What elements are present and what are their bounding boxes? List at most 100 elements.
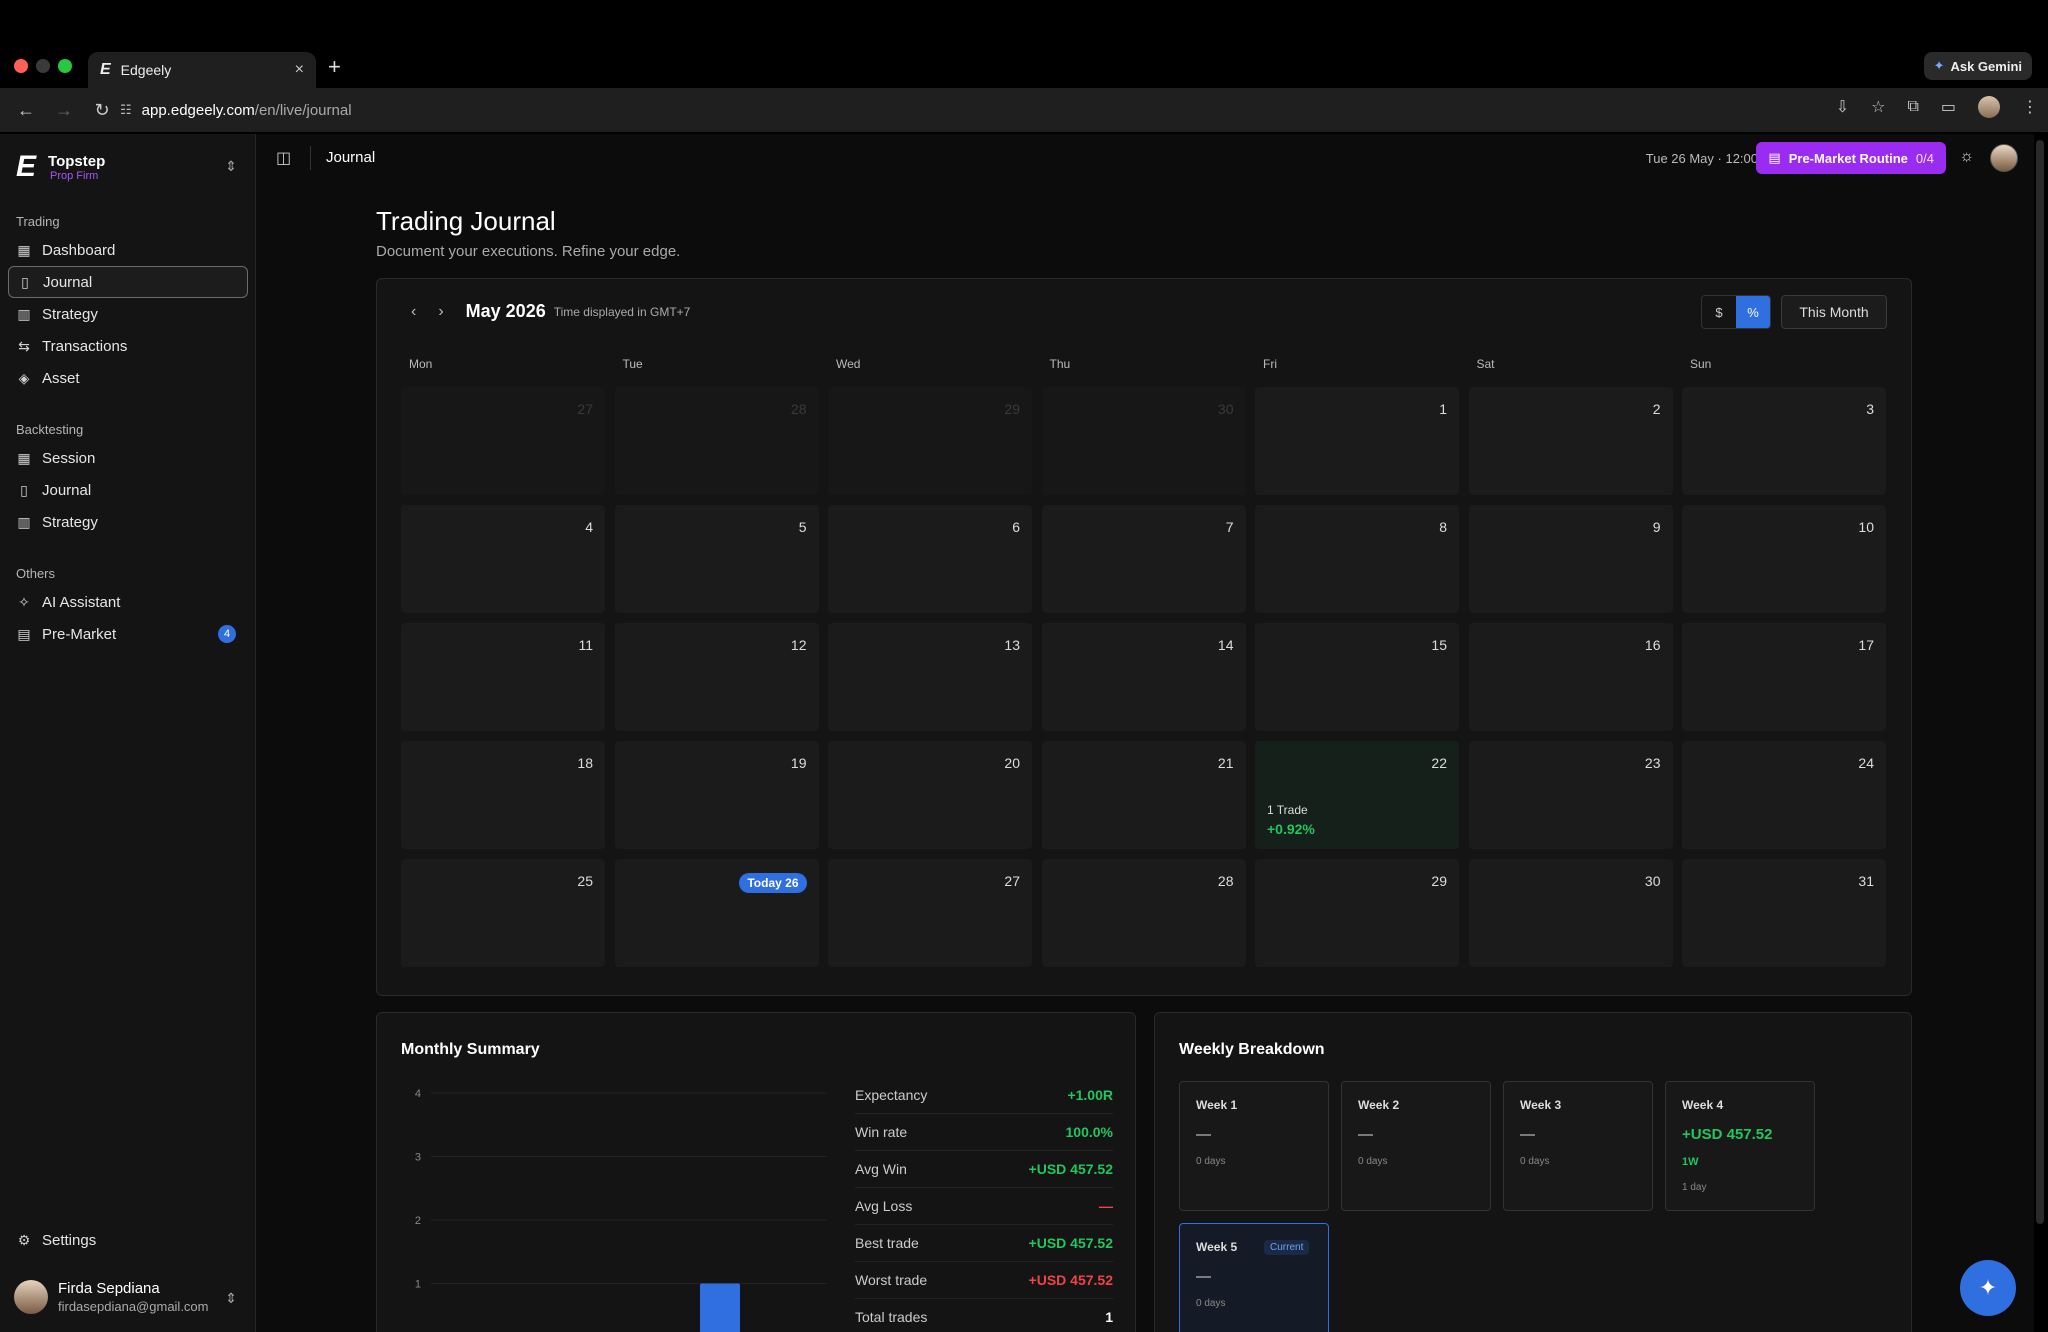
site-info-icon[interactable]: ☷	[120, 102, 132, 118]
calendar-day[interactable]: 2	[1468, 387, 1673, 495]
sidebar-item-ai-assistant[interactable]: ✧ AI Assistant	[8, 586, 248, 618]
calendar-day[interactable]: 3	[1682, 387, 1886, 495]
sidebar-item-journal[interactable]: ▯ Journal	[8, 266, 248, 298]
sidebar-item-dashboard[interactable]: ▦ Dashboard	[8, 234, 248, 266]
install-icon[interactable]: ⇩	[1836, 97, 1849, 117]
sidebar-item-label: AI Assistant	[42, 593, 121, 611]
week-card[interactable]: Week 3 — 0 days	[1503, 1081, 1653, 1211]
week-name: Week 1	[1196, 1098, 1238, 1112]
calendar-day[interactable]: 19	[614, 741, 819, 849]
sidebar-item-strategy[interactable]: ▥ Strategy	[8, 298, 248, 330]
calendar-day[interactable]: 27	[828, 859, 1032, 967]
calendar-day[interactable]: 17	[1682, 623, 1886, 731]
calendar-day[interactable]: 16	[1468, 623, 1673, 731]
sidebar-item-settings[interactable]: ⚙ Settings	[8, 1224, 248, 1256]
calendar-day[interactable]: 8	[1255, 505, 1459, 613]
sidebar-toggle-icon[interactable]: ◫	[276, 148, 291, 168]
calendar-day[interactable]: 28	[614, 387, 819, 495]
this-month-button[interactable]: This Month	[1781, 295, 1887, 329]
calendar-day[interactable]: 25	[401, 859, 605, 967]
calendar-day[interactable]: 13	[828, 623, 1032, 731]
week-card[interactable]: Week 2 — 0 days	[1341, 1081, 1491, 1211]
browser-tab[interactable]: E Edgeely ×	[88, 52, 316, 88]
menu-dots-icon[interactable]: ⋮	[2022, 97, 2038, 117]
calendar-day[interactable]: Today 26	[614, 859, 819, 967]
transfer-icon: ⇆	[18, 337, 30, 354]
prev-month-icon[interactable]: ‹	[411, 303, 416, 321]
pre-market-label: Pre-Market Routine	[1788, 150, 1908, 166]
calendar-day[interactable]: 1	[1255, 387, 1459, 495]
calendar-day[interactable]: 11	[401, 623, 605, 731]
calendar-day[interactable]: 22 1 Trade +0.92%	[1255, 741, 1459, 849]
calendar-day[interactable]: 7	[1041, 505, 1246, 613]
scrollbar[interactable]	[2036, 140, 2044, 1224]
calendar-day[interactable]: 15	[1255, 623, 1459, 731]
calendar-day[interactable]: 27	[401, 387, 605, 495]
user-menu[interactable]: Firda Sepdiana firdasepdiana@gmail.com	[14, 1280, 209, 1314]
close-window-button[interactable]	[14, 59, 28, 73]
week-card[interactable]: Week 5 Current — 0 days	[1179, 1223, 1329, 1332]
day-number: 25	[577, 873, 593, 889]
sidebar-item-transactions[interactable]: ⇆ Transactions	[8, 330, 248, 362]
pre-market-routine-button[interactable]: ▤ Pre-Market Routine 0/4	[1756, 142, 1946, 174]
summary-stats: Expectancy +1.00R Win rate 100.0% Avg Win +US…	[855, 1077, 1113, 1332]
close-tab-icon[interactable]: ×	[295, 61, 304, 79]
theme-toggle-icon[interactable]: ☼	[1959, 148, 1974, 166]
url-field[interactable]: ☷ app.edgeely.com/en/live/journal	[120, 94, 1860, 126]
calendar-day[interactable]: 9	[1468, 505, 1673, 613]
cast-icon[interactable]: ▭	[1941, 97, 1956, 117]
new-tab-icon[interactable]: +	[328, 54, 341, 80]
calendar-day[interactable]: 31	[1682, 859, 1886, 967]
week-card[interactable]: Week 4 +USD 457.52 1W 1 day	[1665, 1081, 1815, 1211]
calendar-day[interactable]: 28	[1041, 859, 1246, 967]
day-number: 16	[1644, 637, 1661, 653]
maximize-window-button[interactable]	[58, 59, 72, 73]
calendar-day[interactable]: 4	[401, 505, 605, 613]
avatar[interactable]	[1990, 144, 2018, 172]
toggle-percent[interactable]: %	[1736, 296, 1770, 328]
calendar-day[interactable]: 29	[828, 387, 1032, 495]
day-number: 9	[1652, 519, 1661, 535]
calendar-day[interactable]: 14	[1041, 623, 1246, 731]
minimize-window-button[interactable]	[36, 59, 50, 73]
ai-assistant-fab[interactable]: ✦	[1960, 1260, 2016, 1316]
day-number: 12	[790, 637, 807, 653]
calendar-day[interactable]: 24	[1682, 741, 1886, 849]
calendar-day[interactable]: 23	[1468, 741, 1673, 849]
page-title: Trading Journal	[376, 206, 556, 236]
week-card[interactable]: Week 1 — 0 days	[1179, 1081, 1329, 1211]
next-month-icon[interactable]: ›	[438, 303, 443, 321]
calendar-day[interactable]: 12	[614, 623, 819, 731]
toggle-dollar[interactable]: $	[1702, 296, 1736, 328]
sidebar-item-asset[interactable]: ◈ Asset	[8, 362, 248, 394]
bookmark-star-icon[interactable]: ☆	[1871, 97, 1885, 117]
chart-bar[interactable]	[700, 1283, 740, 1332]
calendar-day[interactable]: 30	[1041, 387, 1246, 495]
calendar-day[interactable]: 29	[1255, 859, 1459, 967]
calendar-day[interactable]: 21	[1041, 741, 1246, 849]
sidebar-item-backtest-journal[interactable]: ▯ Journal	[8, 474, 248, 506]
account-switcher[interactable]: E Topstep Prop Firm	[16, 150, 105, 184]
day-number: 4	[585, 519, 593, 535]
url-path: /en/live/journal	[254, 101, 352, 119]
forward-icon[interactable]: →	[52, 98, 76, 122]
extensions-icon[interactable]: ⧉	[1907, 98, 1918, 116]
divider	[310, 146, 311, 170]
sidebar-item-backtest-strategy[interactable]: ▥ Strategy	[8, 506, 248, 538]
browser-toolbar: ⇩ ☆ ⧉ ▭ ⋮	[1836, 96, 2038, 118]
calendar-day[interactable]: 10	[1682, 505, 1886, 613]
sidebar-item-pre-market[interactable]: ▤ Pre-Market 4	[8, 618, 248, 650]
calendar-day[interactable]: 30	[1468, 859, 1673, 967]
back-icon[interactable]: ←	[14, 98, 38, 122]
profile-avatar[interactable]	[1978, 96, 2000, 118]
calendar-day[interactable]: 6	[828, 505, 1032, 613]
calendar-day[interactable]: 5	[614, 505, 819, 613]
sidebar-item-session[interactable]: ▦ Session	[8, 442, 248, 474]
ask-gemini-button[interactable]: ✦ Ask Gemini	[1923, 52, 2032, 80]
reload-icon[interactable]: ↻	[90, 98, 114, 122]
calendar-day[interactable]: 20	[828, 741, 1032, 849]
calendar-day[interactable]: 18	[401, 741, 605, 849]
day-number: 28	[1217, 873, 1234, 889]
chevron-updown-icon[interactable]: ⇕	[225, 158, 237, 175]
chevron-updown-icon[interactable]: ⇕	[225, 1290, 237, 1307]
